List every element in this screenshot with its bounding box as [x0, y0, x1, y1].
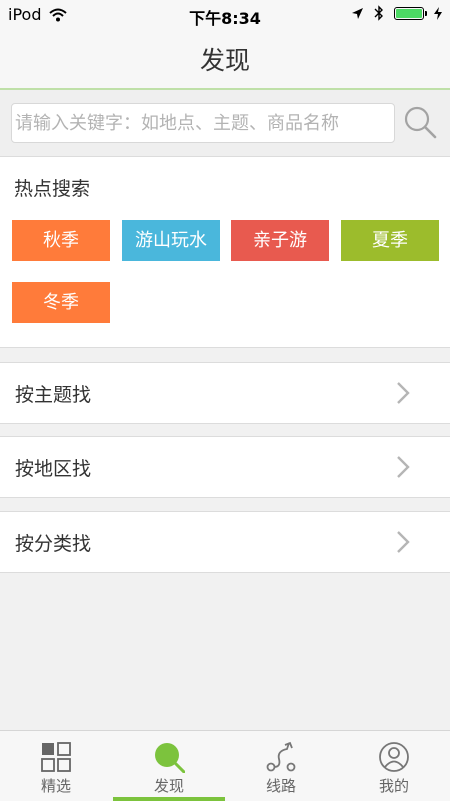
route-icon	[266, 741, 296, 772]
menu-row-by-region[interactable]: 按地区找	[0, 436, 450, 498]
hot-tag[interactable]: 秋季	[12, 220, 110, 261]
menu-row-label: 按地区找	[15, 458, 92, 480]
menu-row-by-theme[interactable]: 按主题找	[0, 362, 450, 424]
battery-icon	[394, 6, 427, 20]
nav-header: 发现	[0, 30, 450, 90]
tab-discover[interactable]: 发现	[113, 731, 225, 801]
status-bar: iPod 下午8:34	[0, 0, 450, 30]
tab-featured[interactable]: 精选	[0, 731, 112, 801]
tab-mine[interactable]: 我的	[338, 731, 450, 801]
tab-bar: 精选 发现 线路 我的	[0, 730, 450, 801]
tab-label: 我的	[378, 777, 409, 795]
tab-label: 精选	[40, 777, 71, 795]
user-icon	[379, 742, 409, 772]
chevron-right-icon	[397, 456, 410, 478]
active-tab-indicator	[113, 797, 225, 801]
search-bar	[0, 90, 450, 157]
grid-icon	[41, 742, 71, 772]
charging-icon	[434, 6, 442, 20]
battery-fill	[396, 8, 422, 18]
chevron-right-icon	[397, 531, 410, 553]
hot-search-section: 热点搜索 秋季 游山玩水 亲子游 夏季 冬季	[0, 157, 450, 348]
hot-tag[interactable]: 夏季	[341, 220, 439, 261]
hot-tag[interactable]: 冬季	[12, 282, 110, 323]
status-right	[351, 5, 442, 21]
menu-row-label: 按分类找	[15, 533, 92, 555]
search-icon[interactable]	[402, 104, 438, 140]
menu-row-by-category[interactable]: 按分类找	[0, 511, 450, 573]
search-input[interactable]	[11, 103, 395, 143]
tab-routes[interactable]: 线路	[225, 731, 337, 801]
hot-search-title: 热点搜索	[14, 178, 91, 200]
tab-label: 发现	[153, 777, 184, 795]
chevron-right-icon	[397, 382, 410, 404]
hot-tag[interactable]: 亲子游	[231, 220, 329, 261]
page-title: 发现	[199, 46, 250, 75]
hot-tag[interactable]: 游山玩水	[122, 220, 220, 261]
menu-row-label: 按主题找	[15, 384, 92, 406]
discover-icon	[155, 743, 185, 773]
location-arrow-icon	[352, 7, 363, 19]
bluetooth-icon	[374, 5, 383, 21]
tab-label: 线路	[265, 777, 296, 795]
